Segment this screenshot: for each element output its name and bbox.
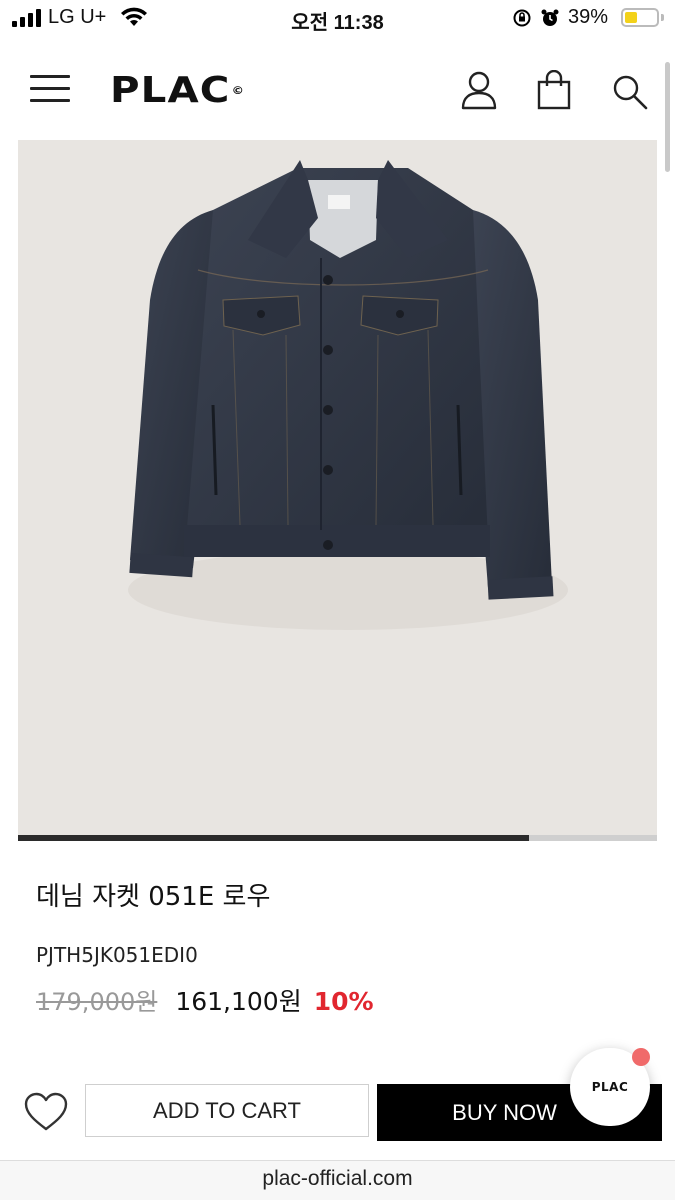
page-scrollbar[interactable] — [665, 62, 670, 172]
price-row: 179,000원 161,100원 10% — [36, 982, 374, 1018]
discount-rate: 10% — [313, 987, 374, 1016]
user-icon[interactable] — [460, 70, 498, 115]
denim-jacket-photo — [128, 160, 568, 630]
status-bar: LG U+ 오전 11:38 39% — [0, 0, 675, 40]
battery-percent: 39% — [568, 6, 609, 28]
carousel-progress — [18, 835, 657, 841]
url-text[interactable]: plac-official.com — [0, 1167, 675, 1191]
original-price: 179,000원 — [36, 988, 158, 1016]
menu-icon[interactable] — [30, 75, 70, 103]
chat-logo: PLAC — [591, 1080, 629, 1094]
brand-logo[interactable]: PLAC© — [110, 71, 245, 111]
search-icon[interactable] — [612, 74, 648, 115]
product-code: PJTH5JK051EDI0 — [36, 943, 198, 967]
battery-icon — [621, 8, 659, 27]
buy-now-label: BUY NOW — [452, 1099, 557, 1125]
alarm-icon — [540, 8, 560, 33]
orientation-lock-icon — [512, 8, 532, 33]
shopping-bag-icon[interactable] — [536, 69, 572, 115]
product-image[interactable] — [18, 140, 657, 836]
add-to-cart-button[interactable]: ADD TO CART — [85, 1084, 369, 1137]
battery-cap — [661, 14, 664, 21]
carousel-progress-fill — [18, 835, 530, 841]
heart-icon[interactable] — [24, 1092, 68, 1137]
product-name: 데님 자켓 051E 로우 — [36, 882, 271, 912]
notification-dot — [632, 1048, 650, 1066]
sale-price: 161,100원 — [175, 987, 302, 1016]
